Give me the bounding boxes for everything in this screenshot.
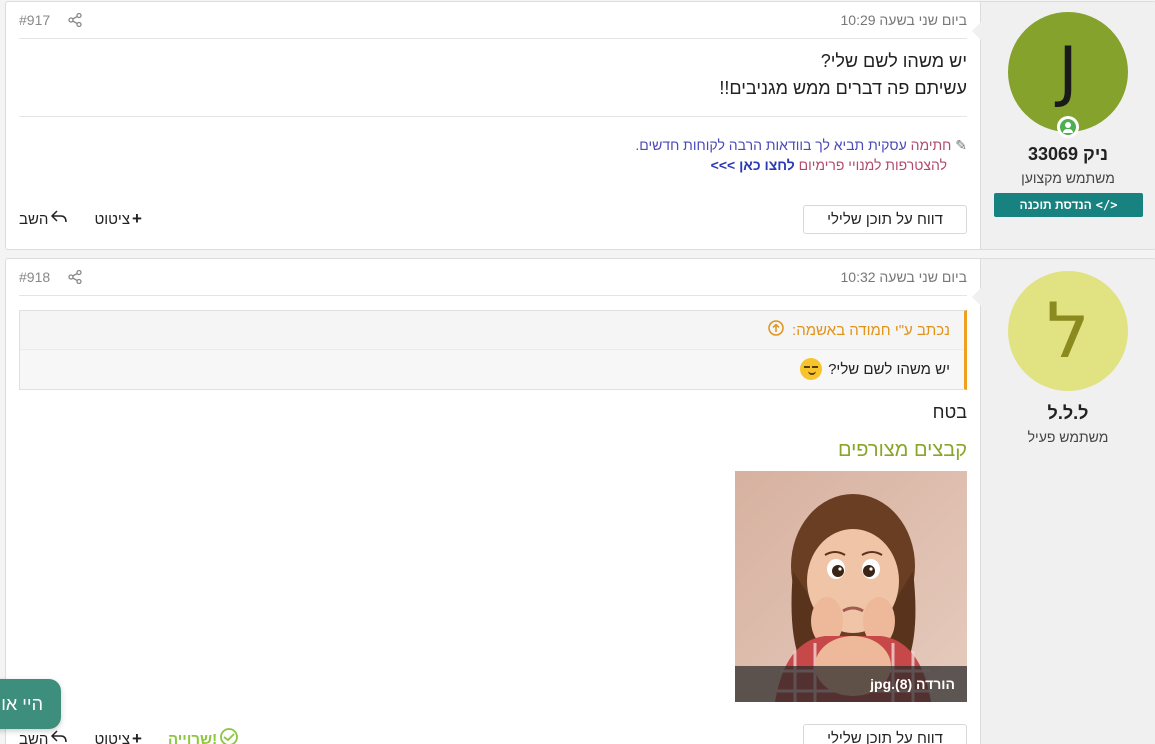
quote-text: יש משהו לשם שלי? (828, 360, 950, 378)
reply-button[interactable]: השב (19, 729, 68, 744)
attachment-caption[interactable]: הורדה (8).jpg (735, 666, 967, 702)
report-negative-content-button[interactable]: דווח על תוכן שלילי (803, 724, 967, 744)
pencil-icon: ✎ (955, 137, 967, 153)
report-negative-content-button[interactable]: דווח על תוכן שלילי (803, 205, 967, 234)
online-status-icon (1057, 116, 1079, 138)
signature-text: עסקית תביא לך בוודאות הרבה לקוחות חדשים. (635, 137, 907, 153)
signature-divider (19, 116, 967, 117)
post-body-line: בטח (932, 402, 967, 422)
quote-label: ציטוט (94, 210, 130, 228)
post-meta: #917 (19, 12, 82, 28)
attachment-image[interactable]: הורדה (8).jpg (735, 471, 967, 702)
avatar-letter: ל (1046, 286, 1090, 375)
avatar[interactable]: J (1008, 12, 1128, 132)
attachments-title: קבצים מצורפים (837, 439, 967, 461)
user-badge: </> הנדסת תוכנה (994, 193, 1143, 217)
post-918: ל ל.ל.ל משתמש פעיל ביום שני בשעה 10:32 #… (5, 258, 1155, 744)
avatar-letter: J (1058, 33, 1078, 110)
thanks-label: שרוייה! (167, 730, 218, 744)
post-917: J ניק 33069 משתמש מקצוען </> הנדסת תוכנה… (5, 1, 1155, 250)
post-number[interactable]: #918 (19, 269, 50, 285)
post-body-line: יש משהו לשם שלי? (820, 51, 967, 71)
post-body: בטח (19, 399, 967, 426)
chat-widget-text: היי או (1, 693, 43, 714)
handshake-icon (219, 728, 239, 744)
signature: ✎ חתימה עסקית תביא לך בוודאות הרבה לקוחו… (635, 135, 967, 175)
quote-block: נכתב ע"י חמודה באשמה: יש משהו לשם שלי? (19, 310, 967, 390)
user-panel: ל ל.ל.ל משתמש פעיל (972, 259, 1155, 744)
arrow-up-circle-icon[interactable] (768, 320, 784, 340)
avatar[interactable]: ל (1008, 271, 1128, 391)
reply-label: השב (19, 210, 49, 228)
reply-label: השב (19, 730, 49, 744)
thanks-button[interactable]: שרוייה! (168, 728, 239, 744)
post-body: יש משהו לשם שלי? עשיתם פה דברים ממש מגני… (19, 48, 967, 102)
signature-text-2: להצטרפות למנויי פרימיום (798, 157, 947, 173)
plus-icon: + (132, 209, 142, 228)
user-name[interactable]: ל.ל.ל (981, 403, 1155, 424)
post-body-line: עשיתם פה דברים ממש מגניבים!! (719, 78, 967, 98)
user-name[interactable]: ניק 33069 (981, 144, 1155, 165)
post-date: ביום שני בשעה 10:29 (840, 12, 968, 28)
quote-label: ציטוט (94, 730, 130, 744)
code-icon: </> (1095, 198, 1118, 212)
post-actions: השב ציטוט + (19, 209, 142, 229)
quote-body: יש משהו לשם שלי? (20, 350, 964, 388)
share-icon[interactable] (68, 13, 82, 27)
quote-header: נכתב ע"י חמודה באשמה: (20, 311, 964, 350)
post-main: ביום שני בשעה 10:29 #917 יש משהו לשם שלי… (19, 2, 967, 249)
user-title: משתמש פעיל (1027, 429, 1109, 445)
panel-arrow (972, 22, 981, 40)
panel-arrow (972, 288, 981, 306)
reply-icon (50, 209, 68, 229)
smirk-emoji-icon (800, 358, 823, 380)
quote-author: נכתב ע"י חמודה באשמה: (792, 321, 950, 339)
plus-icon: + (132, 729, 142, 744)
post-main: ביום שני בשעה 10:32 #918 נכתב ע"י חמודה … (19, 259, 967, 744)
post-meta: #918 (19, 269, 82, 285)
reply-icon (50, 729, 68, 744)
signature-line-1: ✎ חתימה עסקית תביא לך בוודאות הרבה לקוחו… (635, 135, 967, 155)
post-header: ביום שני בשעה 10:32 #918 (19, 259, 967, 296)
signature-label: חתימה (910, 137, 952, 153)
user-title: משתמש מקצוען (1021, 170, 1115, 186)
reply-button[interactable]: השב (19, 209, 68, 229)
signature-link[interactable]: לחצו כאן >>> (711, 157, 795, 173)
forum-thread-page: J ניק 33069 משתמש מקצוען </> הנדסת תוכנה… (0, 0, 1155, 744)
signature-line-2: להצטרפות למנויי פרימיום לחצו כאן >>> (635, 155, 967, 175)
share-icon[interactable] (68, 270, 82, 284)
post-header: ביום שני בשעה 10:29 #917 (19, 2, 967, 39)
chat-widget-button[interactable]: היי או (0, 679, 61, 729)
user-panel: J ניק 33069 משתמש מקצוען </> הנדסת תוכנה (972, 2, 1155, 249)
quote-button[interactable]: ציטוט + (94, 729, 142, 744)
badge-label: הנדסת תוכנה (1019, 198, 1092, 212)
post-number[interactable]: #917 (19, 12, 50, 28)
post-actions: השב ציטוט + שרוייה! (19, 728, 239, 744)
post-date: ביום שני בשעה 10:32 (840, 269, 968, 285)
quote-button[interactable]: ציטוט + (94, 209, 142, 229)
